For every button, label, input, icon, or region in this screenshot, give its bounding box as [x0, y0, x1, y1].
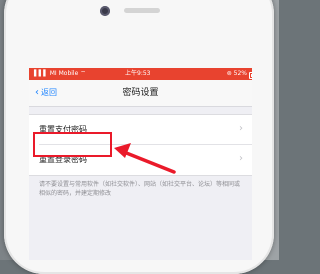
annotation-arrow [114, 143, 176, 174]
